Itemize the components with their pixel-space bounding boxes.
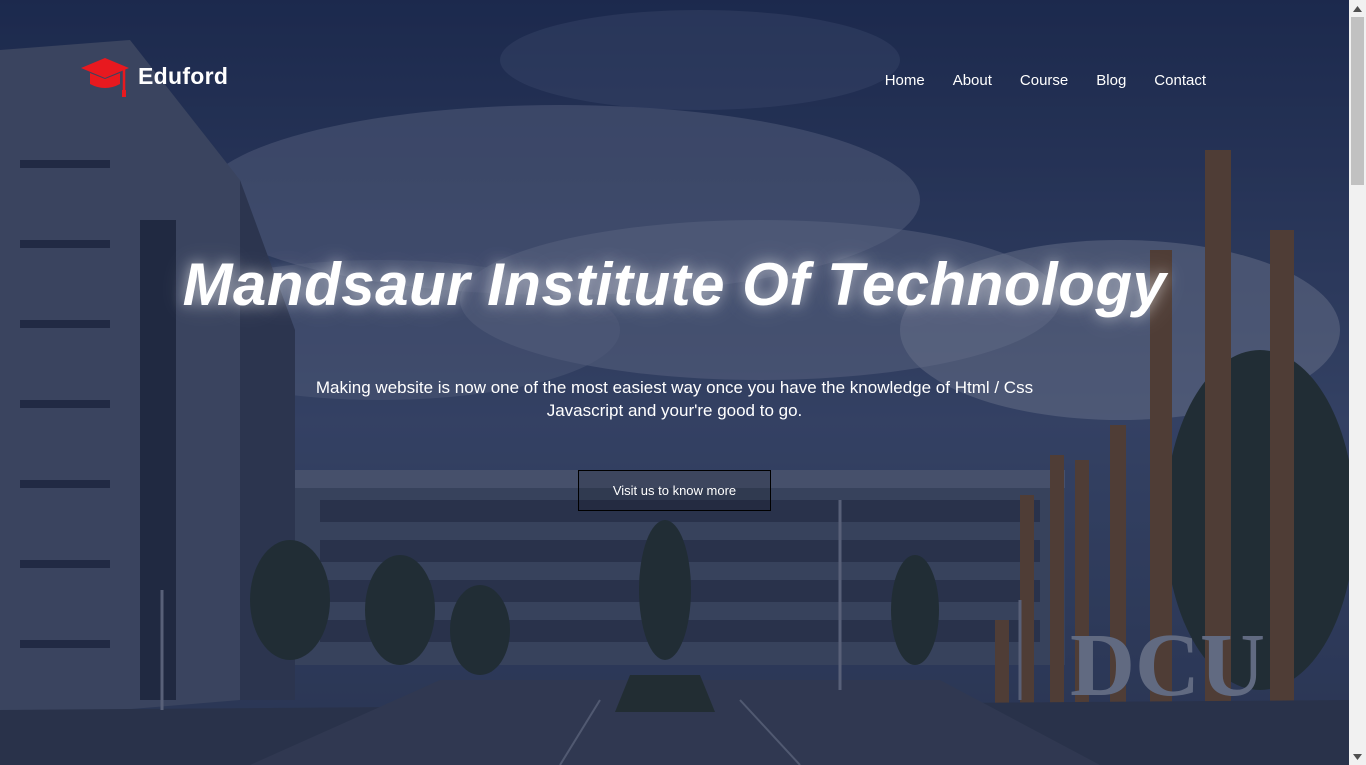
graduation-cap-icon [81, 58, 129, 97]
hero-title: Mandsaur Institute Of Technology [182, 251, 1167, 318]
nav-item-blog[interactable]: Blog [1096, 72, 1126, 89]
hero-subtitle-line-2: Javascript and your're good to go. [546, 401, 803, 420]
vertical-scrollbar[interactable] [1349, 0, 1366, 765]
scrollbar-thumb[interactable] [1351, 17, 1364, 185]
brand-name: Eduford [138, 62, 229, 89]
nav-item-home[interactable]: Home [885, 72, 925, 89]
nav-item-contact[interactable]: Contact [1154, 72, 1206, 89]
arrow-up-icon [1353, 5, 1362, 12]
hero-subtitle: Making website is now one of the most ea… [270, 376, 1079, 422]
nav-item-course[interactable]: Course [1020, 72, 1068, 89]
hero-subtitle-line-1: Making website is now one of the most ea… [315, 378, 1034, 397]
scroll-up-button[interactable] [1349, 0, 1366, 17]
hero-section: DCU Eduford Home About Course Blog Conta… [0, 0, 1349, 765]
navbar: Eduford Home About Course Blog Contact [0, 0, 1349, 150]
nav-item-about[interactable]: About [953, 72, 992, 89]
scroll-down-button[interactable] [1349, 748, 1366, 765]
visit-us-button[interactable]: Visit us to know more [578, 470, 771, 511]
arrow-down-icon [1353, 753, 1362, 760]
main-nav: Home About Course Blog Contact [885, 72, 1206, 89]
brand-logo[interactable]: Eduford [80, 54, 228, 98]
